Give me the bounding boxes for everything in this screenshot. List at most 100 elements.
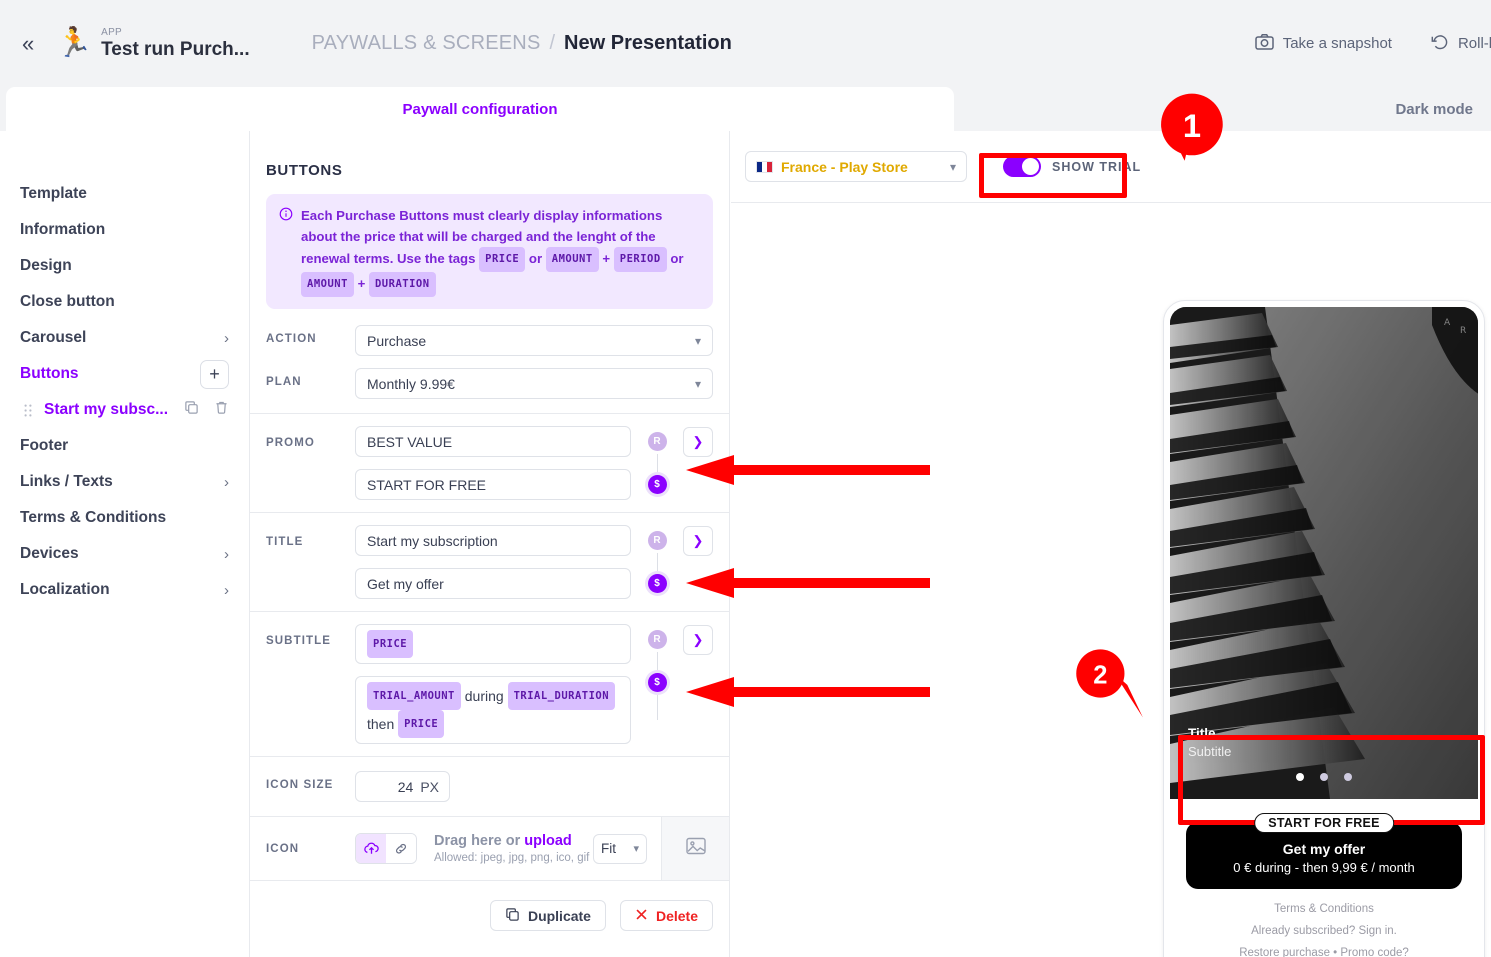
preview-body: AR Title Subtitle START FOR FREE Get my … [731,203,1491,957]
app-name-label: Test run Purch... [101,38,250,60]
buttons-config-panel: BUTTONS Each Purchase Buttons must clear… [250,131,730,957]
tab-dark-mode[interactable]: Dark mode [1395,87,1473,131]
plan-label: PLAN [266,376,302,388]
action-select[interactable]: Purchase ▾ [355,325,713,356]
title-badge-trial[interactable]: $ [647,574,667,593]
plan-select[interactable]: Monthly 9.99€ ▾ [355,368,713,399]
icon-fit-value: Fit [601,841,616,856]
icon-label: ICON [266,842,300,855]
promo-expand-button[interactable]: ❯ [683,427,713,457]
sidebar-item-information[interactable]: Information [0,212,249,248]
title-default-input[interactable]: Start my subscription [355,525,631,556]
icon-size-row: ICON SIZE 24 PX [266,757,713,816]
chevron-right-icon: › [224,329,229,347]
title-badges: R $ [631,525,683,599]
country-store-select[interactable]: France - Play Store ▾ [745,151,967,182]
sidebar-item-label: Footer [20,437,69,454]
sidebar-item-carousel[interactable]: Carousel › [0,320,249,356]
toggle-switch[interactable] [1003,156,1041,177]
show-trial-label: SHOW TRIAL [1052,159,1142,174]
drag-handle-icon[interactable] [24,404,34,417]
promo-badge-trial[interactable]: $ [647,475,667,494]
sidebar-child-start-my-subscription[interactable]: Start my subsc... [0,392,249,428]
phone-bottom-section: START FOR FREE Get my offer 0 € during -… [1164,799,1484,957]
title-group: TITLE Start my subscription Get my offer… [250,513,729,611]
button-actions: Duplicate Delete [250,881,729,931]
trash-icon[interactable] [214,400,229,420]
image-placeholder-icon [685,835,707,862]
icon-fit-select[interactable]: Fit ▾ [593,833,647,864]
icon-drop-zone[interactable]: Drag here or upload Allowed: jpeg, jpg, … [417,833,593,864]
icon-preview-box[interactable] [661,817,729,880]
camera-icon [1254,33,1274,54]
phone-preview: AR Title Subtitle START FOR FREE Get my … [1163,300,1485,957]
tag-price: PRICE [367,630,414,658]
link-icon[interactable] [386,834,416,863]
top-bar: « 🏃 APP Test run Purch... PAYWALLS & SCR… [0,0,1491,87]
duplicate-button[interactable]: Duplicate [489,900,606,931]
app-kicker-label: APP [101,26,123,38]
cta-promo-badge: START FOR FREE [1254,813,1394,833]
delete-button[interactable]: Delete [619,900,713,931]
collapse-sidebar-icon[interactable]: « [22,32,56,55]
notice-line-3-prefix: the tags [424,251,476,266]
tag-amount-1: AMOUNT [545,247,599,272]
breadcrumb: PAYWALLS & SCREENS / New Presentation [312,32,732,55]
carousel-dot-2[interactable] [1320,773,1328,781]
link-already-subscribed[interactable]: Already subscribed? Sign in. [1186,925,1462,937]
sidebar-item-template[interactable]: Template [0,176,249,212]
link-restore-promo[interactable]: Restore purchase • Promo code? [1186,947,1462,957]
add-button-button[interactable]: + [200,359,229,389]
sidebar-item-localization[interactable]: Localization › [0,572,249,608]
take-snapshot-label: Take a snapshot [1282,35,1392,52]
title-badge-default[interactable]: R [647,531,667,550]
subtitle-trial-input[interactable]: TRIAL_AMOUNT during TRIAL_DURATION then … [355,676,631,744]
subtitle-expand-button[interactable]: ❯ [683,625,713,655]
icon-size-group: ICON SIZE 24 PX [250,757,729,816]
show-trial-toggle[interactable]: SHOW TRIAL [987,146,1157,187]
sidebar-item-devices[interactable]: Devices › [0,536,249,572]
take-snapshot-button[interactable]: Take a snapshot [1254,33,1392,54]
rollback-button[interactable]: Roll-bac [1430,33,1491,55]
breadcrumb-parent[interactable]: PAYWALLS & SCREENS [312,32,541,55]
tab-strip: Paywall configuration Dark mode [0,87,1491,131]
sidebar-item-close-button[interactable]: Close button [0,284,249,320]
cloud-upload-icon[interactable] [356,834,386,863]
carousel-title: Title [1188,726,1216,741]
title-trial-input[interactable]: Get my offer [355,568,631,599]
subtitle-default-input[interactable]: PRICE [355,624,631,664]
config-sidebar: Template Information Design Close button… [0,131,250,957]
sidebar-item-links-texts[interactable]: Links / Texts › [0,464,249,500]
subtitle-badge-trial[interactable]: $ [647,673,667,692]
copy-icon[interactable] [184,400,199,420]
carousel-dot-1[interactable] [1296,773,1304,781]
promo-default-input[interactable]: BEST VALUE [355,426,631,457]
sidebar-item-footer[interactable]: Footer [0,428,249,464]
cta-subtitle: 0 € during - then 9,99 € / month [1233,860,1415,875]
sidebar-item-buttons[interactable]: Buttons + [0,356,249,392]
action-value: Purchase [367,332,427,349]
subtitle-label: SUBTITLE [266,635,332,647]
promo-trial-input[interactable]: START FOR FREE [355,469,631,500]
title-expand-button[interactable]: ❯ [683,526,713,556]
sidebar-item-terms-conditions[interactable]: Terms & Conditions [0,500,249,536]
sidebar-item-design[interactable]: Design [0,248,249,284]
subtitle-badge-default[interactable]: R [647,630,667,649]
sidebar-item-label: Carousel [20,329,87,346]
carousel-dot-3[interactable] [1344,773,1352,781]
title-label: TITLE [266,536,304,548]
subtitle-word-then: then [367,716,395,732]
promo-badge-default[interactable]: R [647,432,667,451]
icon-size-input[interactable]: 24 PX [355,771,450,802]
tab-paywall-configuration[interactable]: Paywall configuration [6,87,954,131]
chevron-right-icon: › [224,581,229,599]
link-terms-conditions[interactable]: Terms & Conditions [1186,903,1462,915]
action-label: ACTION [266,333,317,345]
app-switcher[interactable]: APP Test run Purch... [101,27,250,61]
icon-upload-link[interactable]: upload [524,833,572,849]
subtitle-row: SUBTITLE PRICE TRIAL_AMOUNT during TRIAL… [266,612,713,756]
action-row: ACTION Purchase ▾ [266,319,713,362]
duplicate-label: Duplicate [527,907,591,924]
icon-drop-prefix: Drag here or [434,833,525,849]
plan-value: Monthly 9.99€ [367,375,455,392]
